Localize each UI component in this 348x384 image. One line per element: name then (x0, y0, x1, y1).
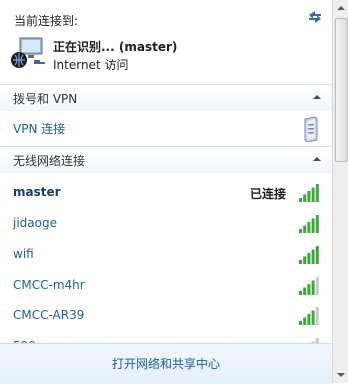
chevron-up-icon (313, 157, 321, 161)
signal-bar (307, 253, 311, 264)
current-network-name: 正在识别... (master) (53, 40, 178, 54)
scroll-up-arrow-icon[interactable] (333, 0, 348, 16)
vpn-connection-item[interactable]: VPN 连接 (0, 112, 332, 144)
signal-bar (311, 249, 315, 264)
signal-strength-icon (299, 307, 319, 325)
signal-bar (315, 246, 319, 264)
signal-bar (307, 191, 311, 202)
dialup-vpn-section-label: 拨号和 VPN (13, 92, 78, 106)
signal-bar (315, 277, 319, 295)
connected-status: 已连接 (250, 187, 287, 201)
signal-bar (303, 317, 307, 325)
signal-bar (299, 291, 302, 295)
signal-strength-icon (299, 277, 319, 295)
wifi-network-name: CMCC-m4hr (13, 278, 85, 292)
vpn-server-icon (304, 116, 318, 142)
signal-strength-icon (299, 184, 319, 202)
wifi-network-item[interactable]: CMCC-m4hr (0, 269, 332, 299)
wifi-network-item[interactable]: wifi (0, 238, 332, 268)
signal-bar (299, 321, 302, 325)
network-computer-icon (11, 37, 45, 68)
network-flyout: 当前连接到: 正在识别... (master) Internet 访问 拨号和 … (0, 0, 332, 384)
signal-bar (315, 307, 319, 325)
signal-bar (299, 229, 302, 233)
signal-bar (315, 215, 319, 233)
refresh-icon[interactable] (306, 8, 324, 26)
signal-bar (311, 218, 315, 233)
signal-bar (299, 198, 302, 202)
vpn-connection-label: VPN 连接 (13, 122, 66, 136)
signal-bar (307, 314, 311, 325)
connected-to-label: 当前连接到: (14, 14, 79, 28)
chevron-up-icon (313, 95, 321, 99)
signal-bar (299, 260, 302, 264)
scroll-down-arrow-icon[interactable] (333, 367, 348, 383)
wireless-section-label: 无线网络连接 (13, 154, 86, 168)
open-network-sharing-center-link[interactable]: 打开网络和共享中心 (0, 355, 332, 372)
current-network-status: Internet 访问 (53, 58, 129, 72)
scrollbar-thumb[interactable] (335, 18, 348, 162)
signal-bar (307, 284, 311, 295)
wifi-network-name: CMCC-AR39 (13, 308, 85, 322)
signal-bar (307, 222, 311, 233)
signal-bar (303, 225, 307, 233)
signal-bar (303, 194, 307, 202)
signal-strength-icon (299, 215, 319, 233)
signal-bar (311, 187, 315, 202)
wifi-network-name: wifi (13, 247, 34, 261)
signal-bar (311, 280, 315, 295)
footer: 打开网络和共享中心 (0, 343, 332, 384)
signal-strength-icon (299, 246, 319, 264)
wifi-network-name: master (13, 185, 61, 199)
vertical-scrollbar[interactable] (332, 0, 348, 383)
wifi-network-item[interactable]: CMCC-AR39 (0, 299, 332, 329)
dialup-vpn-section-header[interactable]: 拨号和 VPN (0, 84, 332, 111)
signal-bar (315, 184, 319, 202)
signal-bar (303, 256, 307, 264)
signal-bar (303, 287, 307, 295)
wifi-network-item[interactable]: master 已连接 (0, 176, 332, 206)
wireless-section-header[interactable]: 无线网络连接 (0, 146, 332, 173)
wifi-network-name: jidaoge (13, 216, 57, 230)
wifi-network-item[interactable]: jidaoge (0, 207, 332, 237)
signal-bar (311, 310, 315, 325)
